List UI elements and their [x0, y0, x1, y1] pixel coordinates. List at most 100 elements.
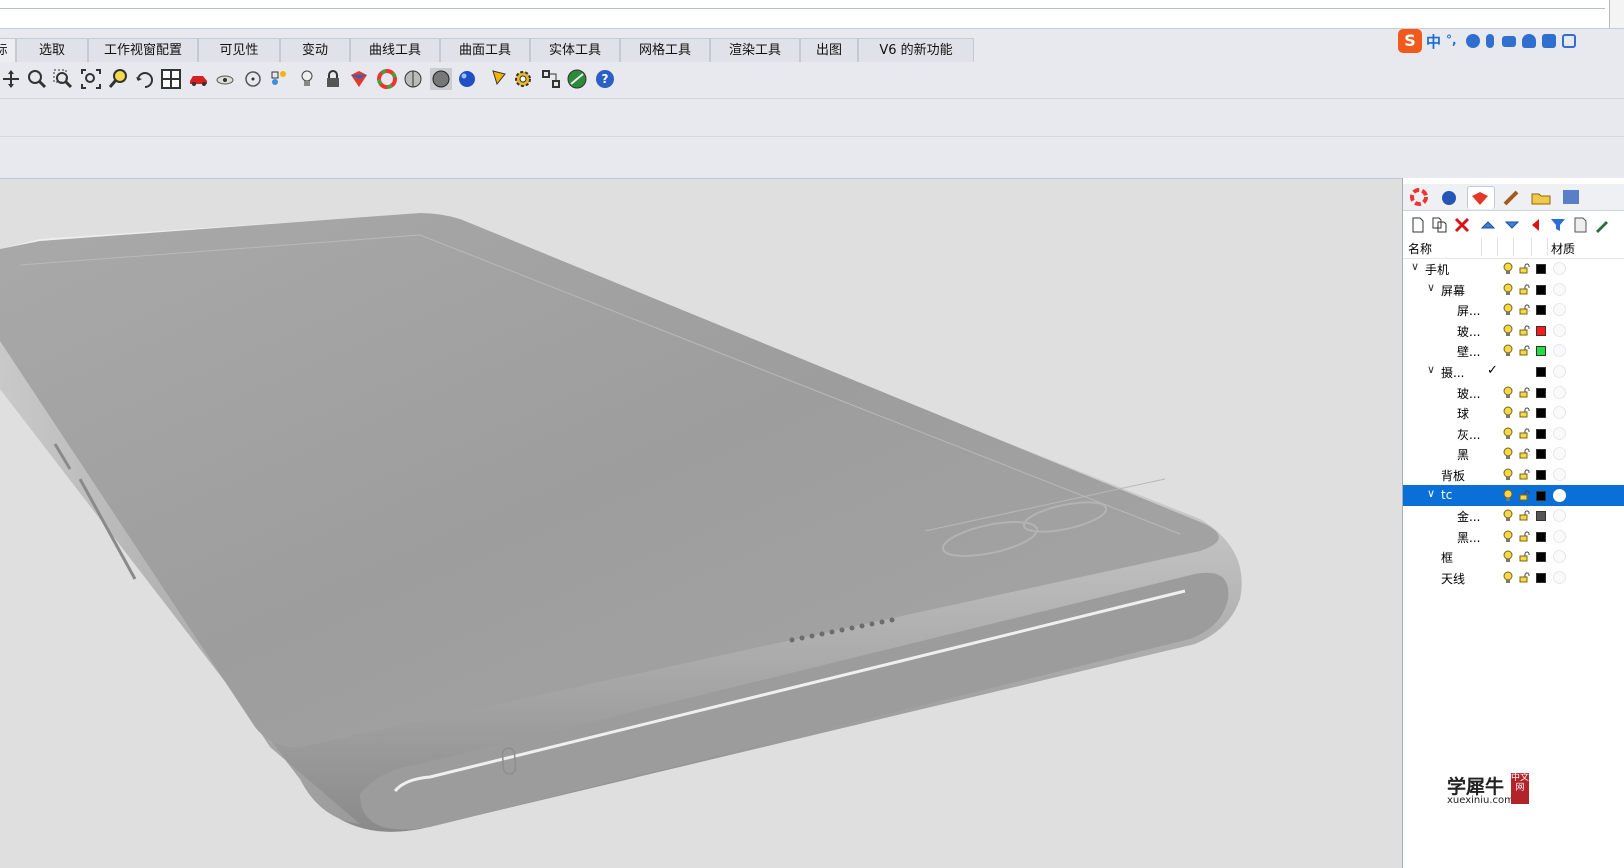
- lock-unlocked-icon[interactable]: [1519, 490, 1530, 501]
- command-line[interactable]: [0, 0, 1624, 29]
- layer-name[interactable]: 球: [1457, 405, 1469, 422]
- lock-unlocked-icon[interactable]: [1519, 551, 1530, 562]
- layer-color-swatch[interactable]: [1536, 387, 1546, 398]
- tab-curve-tools[interactable]: 曲线工具: [350, 38, 440, 62]
- visibility-bulb-icon[interactable]: [1503, 509, 1513, 522]
- layer-name[interactable]: 黑: [1457, 446, 1469, 463]
- tab-visibility[interactable]: 可见性: [198, 38, 280, 62]
- lock-unlocked-icon[interactable]: [1519, 345, 1530, 356]
- command-scrollbar[interactable]: [1609, 0, 1624, 28]
- tab-v6-new[interactable]: V6 的新功能: [858, 38, 974, 62]
- move-to-parent-icon[interactable]: [1527, 216, 1545, 234]
- column-name-header[interactable]: 名称: [1408, 240, 1432, 257]
- layer-color-swatch[interactable]: [1536, 408, 1546, 419]
- render-tab[interactable]: [1437, 186, 1463, 208]
- move-up-icon[interactable]: [1479, 216, 1497, 234]
- layer-row[interactable]: 屏...: [1403, 299, 1624, 320]
- tab-mesh-tools[interactable]: 网格工具: [620, 38, 710, 62]
- layer-color-swatch[interactable]: [1536, 305, 1546, 316]
- lock-unlocked-icon[interactable]: [1519, 263, 1530, 274]
- perspective-viewport[interactable]: [0, 179, 1402, 868]
- current-layer-check-icon[interactable]: ✓: [1487, 363, 1498, 378]
- material-circle-icon[interactable]: [1553, 468, 1566, 481]
- layer-color-swatch[interactable]: [1536, 367, 1546, 377]
- visibility-bulb-icon[interactable]: [1503, 530, 1513, 543]
- visibility-bulb-icon[interactable]: [1503, 386, 1513, 399]
- visibility-bulb-icon[interactable]: [1503, 571, 1513, 584]
- ime-lang-indicator[interactable]: 中: [1426, 31, 1441, 52]
- lock-unlocked-icon[interactable]: [1519, 407, 1530, 418]
- layer-color-swatch[interactable]: [1536, 264, 1546, 274]
- layer-color-swatch[interactable]: [1536, 511, 1546, 522]
- lock-unlocked-icon[interactable]: [1519, 428, 1530, 439]
- sogou-logo-icon[interactable]: S: [1398, 29, 1422, 53]
- lock-icon[interactable]: [322, 68, 344, 90]
- pencil-icon[interactable]: [488, 68, 510, 90]
- material-book-icon[interactable]: [348, 68, 370, 90]
- visibility-bulb-icon[interactable]: [1503, 324, 1513, 337]
- help-panel-tab[interactable]: [1559, 186, 1585, 208]
- layer-color-swatch[interactable]: [1536, 284, 1546, 295]
- material-circle-icon[interactable]: [1553, 282, 1566, 296]
- layer-color-swatch[interactable]: [1536, 490, 1546, 501]
- tab-viewport-layout[interactable]: 工作视窗配置: [88, 38, 198, 62]
- material-circle-icon[interactable]: [1553, 509, 1566, 523]
- tab-transform[interactable]: 变动: [280, 38, 350, 62]
- layer-name[interactable]: 壁...: [1457, 343, 1480, 360]
- move-down-icon[interactable]: [1503, 216, 1521, 234]
- layer-name[interactable]: 玻...: [1457, 323, 1480, 340]
- lock-unlocked-icon[interactable]: [1519, 448, 1530, 459]
- layer-color-swatch[interactable]: [1536, 346, 1546, 357]
- folder-tab[interactable]: [1529, 186, 1555, 208]
- material-circle-icon[interactable]: [1553, 303, 1566, 317]
- globe-icon[interactable]: [566, 68, 588, 90]
- page-icon[interactable]: [1571, 216, 1589, 234]
- grid-menu-icon[interactable]: [1562, 34, 1576, 48]
- lock-unlocked-icon[interactable]: [1519, 469, 1530, 480]
- layer-row[interactable]: 金...: [1403, 505, 1624, 526]
- target-icon[interactable]: [242, 68, 264, 90]
- layer-color-swatch[interactable]: [1536, 428, 1546, 439]
- tab-solid-tools[interactable]: 实体工具: [530, 38, 620, 62]
- layer-row[interactable]: 背板: [1403, 464, 1624, 485]
- layer-row[interactable]: ∨ 摄... ✓: [1403, 361, 1624, 382]
- lock-unlocked-icon[interactable]: [1519, 572, 1530, 583]
- material-circle-icon[interactable]: [1553, 529, 1566, 543]
- material-circle-icon[interactable]: [1553, 426, 1566, 440]
- tab-select[interactable]: 选取: [16, 38, 88, 62]
- emoji-icon[interactable]: [1466, 34, 1480, 48]
- layer-name[interactable]: 黑...: [1457, 529, 1480, 546]
- delete-icon[interactable]: [1453, 216, 1471, 234]
- visibility-bulb-icon[interactable]: [1503, 468, 1513, 481]
- layer-name[interactable]: 屏...: [1457, 302, 1480, 319]
- pencil-small-icon[interactable]: [1593, 216, 1611, 234]
- visibility-bulb-icon[interactable]: [1503, 550, 1513, 563]
- shaded-sphere-icon[interactable]: [402, 68, 424, 90]
- color-dots-icon[interactable]: [268, 68, 290, 90]
- layer-color-swatch[interactable]: [1536, 470, 1546, 480]
- tab-render-tools[interactable]: 渲染工具: [710, 38, 800, 62]
- material-circle-icon[interactable]: [1553, 385, 1566, 399]
- layer-color-swatch[interactable]: [1536, 552, 1546, 563]
- rendered-sphere-icon[interactable]: [430, 68, 452, 90]
- blue-sphere-icon[interactable]: [456, 68, 478, 90]
- layers-tab[interactable]: [1467, 186, 1495, 209]
- layer-name[interactable]: 玻...: [1457, 385, 1480, 402]
- layer-name[interactable]: 框: [1441, 549, 1453, 566]
- zoom-extents-icon[interactable]: [80, 68, 102, 90]
- layer-row[interactable]: ∨ 屏幕: [1403, 279, 1624, 300]
- pan-icon[interactable]: [0, 68, 22, 90]
- filter-icon[interactable]: [1549, 216, 1567, 234]
- new-layer-icon[interactable]: [1409, 216, 1427, 234]
- tab-layout[interactable]: 出图: [800, 38, 858, 62]
- expand-chevron-icon[interactable]: ∨: [1427, 281, 1435, 294]
- visibility-bulb-icon[interactable]: [1503, 447, 1513, 460]
- tab-partial[interactable]: 标: [0, 38, 16, 62]
- bulb-icon[interactable]: [296, 68, 318, 90]
- new-sublayer-icon[interactable]: [1431, 216, 1449, 234]
- microphone-icon[interactable]: [1486, 34, 1494, 48]
- shirt-icon[interactable]: [1542, 34, 1556, 48]
- layer-row[interactable]: ∨ tc: [1403, 484, 1624, 506]
- layer-name[interactable]: tc: [1441, 488, 1452, 502]
- layer-name[interactable]: 天线: [1441, 570, 1465, 587]
